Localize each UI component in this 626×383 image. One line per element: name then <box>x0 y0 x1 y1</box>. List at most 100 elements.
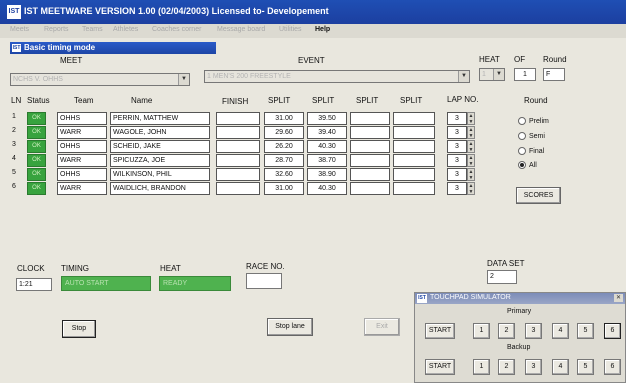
team-cell[interactable]: OHHS <box>57 140 107 153</box>
radio-all[interactable]: All <box>518 161 537 169</box>
status-badge[interactable]: OK <box>27 126 46 139</box>
primary-start-button[interactable]: START <box>425 323 455 339</box>
radio-prelim[interactable]: Prelim <box>518 117 549 125</box>
finish-cell[interactable] <box>216 140 260 153</box>
clock-field[interactable]: 1:21 <box>16 278 52 291</box>
name-cell[interactable]: WAIDLICH, BRANDON <box>110 182 210 195</box>
lap-cell[interactable]: 3 <box>447 168 467 181</box>
split-4-cell[interactable] <box>393 182 435 195</box>
exit-button[interactable]: Exit <box>364 318 400 336</box>
name-cell[interactable]: PERRIN, MATTHEW <box>110 112 210 125</box>
team-cell[interactable]: WARR <box>57 126 107 139</box>
name-cell[interactable]: WILKINSON, PHIL <box>110 168 210 181</box>
status-badge[interactable]: OK <box>27 140 46 153</box>
primary-lane-1-button[interactable]: 1 <box>473 323 490 339</box>
name-cell[interactable]: WAGOLE, JOHN <box>110 126 210 139</box>
backup-lane-6-button[interactable]: 6 <box>604 359 621 375</box>
radio-circle[interactable] <box>518 117 526 125</box>
split-4-cell[interactable] <box>393 154 435 167</box>
chevron-down-icon[interactable]: ▼ <box>178 74 189 85</box>
split-2-cell[interactable]: 38.70 <box>307 154 347 167</box>
split-3-cell[interactable] <box>350 126 390 139</box>
heat-select[interactable]: 1 ▼ <box>479 68 505 81</box>
primary-lane-6-button[interactable]: 6 <box>604 323 621 339</box>
split-2-cell[interactable]: 40.30 <box>307 182 347 195</box>
lap-cell[interactable]: 3 <box>447 140 467 153</box>
name-cell[interactable]: SPICUZZA, JOE <box>110 154 210 167</box>
lap-spinner[interactable]: ▲ ▼ <box>467 168 475 181</box>
menu-coaches-corner[interactable]: Coaches corner <box>152 26 201 33</box>
split-1-cell[interactable]: 29.60 <box>264 126 304 139</box>
split-3-cell[interactable] <box>350 140 390 153</box>
menu-help[interactable]: Help <box>315 26 330 33</box>
split-4-cell[interactable] <box>393 140 435 153</box>
meet-select[interactable]: NCHS V. OHHS ▼ <box>10 73 190 86</box>
split-3-cell[interactable] <box>350 154 390 167</box>
split-1-cell[interactable]: 28.70 <box>264 154 304 167</box>
split-1-cell[interactable]: 26.20 <box>264 140 304 153</box>
split-4-cell[interactable] <box>393 126 435 139</box>
radio-semi[interactable]: Semi <box>518 132 545 140</box>
split-3-cell[interactable] <box>350 168 390 181</box>
stop-button[interactable]: Stop <box>62 320 96 338</box>
backup-lane-5-button[interactable]: 5 <box>577 359 594 375</box>
race-no-field[interactable] <box>246 273 282 289</box>
event-select[interactable]: 1 MEN'S 200 FREESTYLE ▼ <box>204 70 470 83</box>
backup-lane-1-button[interactable]: 1 <box>473 359 490 375</box>
radio-circle[interactable] <box>518 132 526 140</box>
radio-final[interactable]: Final <box>518 147 544 155</box>
split-1-cell[interactable]: 32.60 <box>264 168 304 181</box>
menu-utilities[interactable]: Utilities <box>279 26 302 33</box>
lap-spinner[interactable]: ▲ ▼ <box>467 154 475 167</box>
split-2-cell[interactable]: 38.90 <box>307 168 347 181</box>
lap-cell[interactable]: 3 <box>447 112 467 125</box>
split-4-cell[interactable] <box>393 168 435 181</box>
menu-meets[interactable]: Meets <box>10 26 29 33</box>
lap-spinner[interactable]: ▲ ▼ <box>467 140 475 153</box>
menu-athletes[interactable]: Athletes <box>113 26 138 33</box>
status-badge[interactable]: OK <box>27 168 46 181</box>
finish-cell[interactable] <box>216 154 260 167</box>
team-cell[interactable]: OHHS <box>57 112 107 125</box>
team-cell[interactable]: WARR <box>57 182 107 195</box>
split-4-cell[interactable] <box>393 112 435 125</box>
menu-teams[interactable]: Teams <box>82 26 103 33</box>
primary-lane-5-button[interactable]: 5 <box>577 323 594 339</box>
status-badge[interactable]: OK <box>27 154 46 167</box>
team-cell[interactable]: WARR <box>57 154 107 167</box>
split-2-cell[interactable]: 39.40 <box>307 126 347 139</box>
primary-lane-4-button[interactable]: 4 <box>552 323 569 339</box>
finish-cell[interactable] <box>216 168 260 181</box>
finish-cell[interactable] <box>216 126 260 139</box>
primary-lane-3-button[interactable]: 3 <box>525 323 542 339</box>
lap-cell[interactable]: 3 <box>447 154 467 167</box>
primary-lane-2-button[interactable]: 2 <box>498 323 515 339</box>
stop-lane-button[interactable]: Stop lane <box>267 318 313 336</box>
finish-cell[interactable] <box>216 182 260 195</box>
split-2-cell[interactable]: 40.30 <box>307 140 347 153</box>
backup-lane-3-button[interactable]: 3 <box>525 359 542 375</box>
radio-circle[interactable] <box>518 147 526 155</box>
close-icon[interactable]: ✕ <box>614 294 623 302</box>
radio-circle-selected[interactable] <box>518 161 526 169</box>
data-set-field[interactable]: 2 <box>487 270 517 284</box>
of-field[interactable]: 1 <box>514 68 536 81</box>
scores-button[interactable]: SCORES <box>516 187 561 204</box>
backup-lane-4-button[interactable]: 4 <box>552 359 569 375</box>
lap-spinner[interactable]: ▲ ▼ <box>467 182 475 195</box>
lap-spinner[interactable]: ▲ ▼ <box>467 126 475 139</box>
backup-lane-2-button[interactable]: 2 <box>498 359 515 375</box>
chevron-down-icon[interactable]: ▼ <box>458 71 469 82</box>
lap-cell[interactable]: 3 <box>447 126 467 139</box>
chevron-down-icon[interactable]: ▼ <box>493 69 504 80</box>
split-2-cell[interactable]: 39.50 <box>307 112 347 125</box>
name-cell[interactable]: SCHEID, JAKE <box>110 140 210 153</box>
lap-spinner[interactable]: ▲ ▼ <box>467 112 475 125</box>
split-1-cell[interactable]: 31.00 <box>264 112 304 125</box>
split-3-cell[interactable] <box>350 112 390 125</box>
lap-cell[interactable]: 3 <box>447 182 467 195</box>
status-badge[interactable]: OK <box>27 182 46 195</box>
status-badge[interactable]: OK <box>27 112 46 125</box>
split-3-cell[interactable] <box>350 182 390 195</box>
finish-cell[interactable] <box>216 112 260 125</box>
